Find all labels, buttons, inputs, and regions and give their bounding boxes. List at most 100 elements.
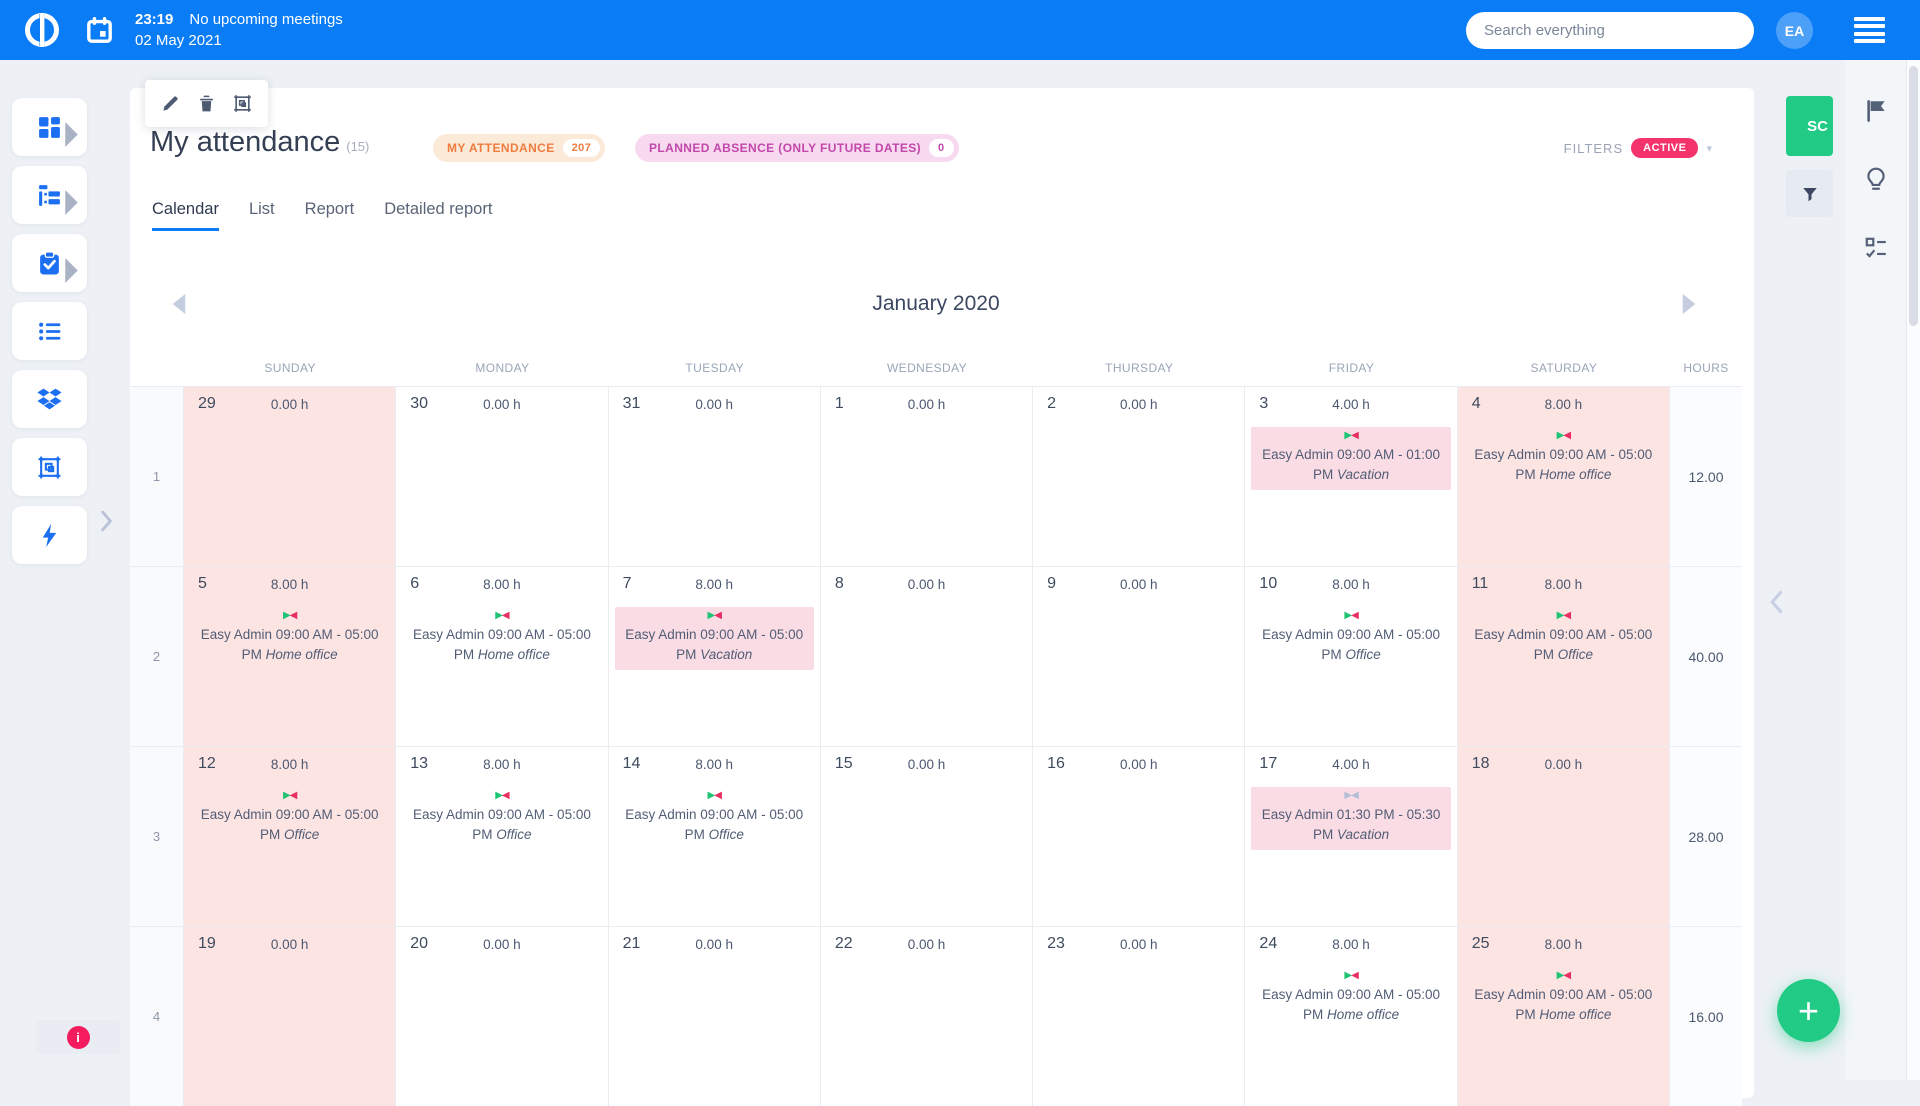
lightbulb-icon[interactable] <box>1863 166 1889 192</box>
day-cell-top: 108.00 h <box>1245 574 1456 598</box>
day-hours-label: 0.00 h <box>821 757 1032 772</box>
day-hours-label: 8.00 h <box>609 577 820 592</box>
sidebar-item-quick-actions[interactable] <box>12 506 87 564</box>
calendar-day-cell[interactable]: 258.00 h▶◀Easy Admin 09:00 AM - 05:00 PM… <box>1458 926 1670 1106</box>
calendar-day-cell[interactable]: 20.00 h <box>1033 386 1245 566</box>
calendar-day-cell[interactable]: 10.00 h <box>821 386 1033 566</box>
calendar-day-cell[interactable]: 174.00 h ▶◀Easy Admin 01:30 PM - 05:30 PM… <box>1245 746 1457 926</box>
calendar-day-cell[interactable]: 310.00 h <box>609 386 821 566</box>
attendance-event[interactable]: ▶◀Easy Admin 09:00 AM - 05:00 PM Home of… <box>1251 967 1450 1030</box>
day-cell-top: 58.00 h <box>184 574 395 598</box>
tab-report[interactable]: Report <box>305 200 355 231</box>
day-header: SUNDAY <box>184 361 396 375</box>
calendar-day-cell[interactable]: 90.00 h <box>1033 566 1245 746</box>
calendar-day-cell[interactable]: 118.00 h▶◀Easy Admin 09:00 AM - 05:00 PM… <box>1458 566 1670 746</box>
page-scrollbar[interactable] <box>1906 60 1920 1080</box>
calendar-day-cell[interactable]: 148.00 h▶◀Easy Admin 09:00 AM - 05:00 PM… <box>609 746 821 926</box>
attendance-event[interactable]: ▶◀Easy Admin 09:00 AM - 05:00 PM Office <box>1251 607 1450 670</box>
day-hours-label: 0.00 h <box>821 397 1032 412</box>
day-cell-top: 174.00 h <box>1245 754 1456 778</box>
sidebar-item-boards[interactable] <box>12 438 87 496</box>
calendar-day-cell[interactable]: 128.00 h ▶◀Easy Admin 09:00 AM - 05:00 PM… <box>184 746 396 926</box>
calendar-day-cell[interactable]: 150.00 h <box>821 746 1033 926</box>
sidebar-item-dropbox[interactable] <box>12 370 87 428</box>
chevron-down-icon[interactable]: ▾ <box>1706 142 1712 155</box>
attendance-event[interactable]: ▶◀Easy Admin 09:00 AM - 05:00 PM Vacatio… <box>615 607 814 670</box>
attendance-event[interactable]: ▶◀Easy Admin 09:00 AM - 05:00 PM Home of… <box>1464 427 1663 490</box>
calendar-day-cell[interactable]: 210.00 h <box>609 926 821 1106</box>
week-hours-total: 12.00 <box>1670 386 1742 566</box>
attendance-event[interactable]: ▶◀Easy Admin 09:00 AM - 05:00 PM Office <box>190 787 389 850</box>
tab-list[interactable]: List <box>249 200 275 231</box>
calendar-day-cell[interactable]: 58.00 h ▶◀Easy Admin 09:00 AM - 05:00 PM … <box>184 566 396 746</box>
calendar-day-cell[interactable]: 230.00 h <box>1033 926 1245 1106</box>
tab-detailed-report[interactable]: Detailed report <box>384 200 492 231</box>
avatar[interactable]: EA <box>1776 12 1813 49</box>
calendar-day-cell[interactable]: 138.00 h▶◀Easy Admin 09:00 AM - 05:00 PM… <box>396 746 608 926</box>
attendance-event[interactable]: ▶◀Easy Admin 09:00 AM - 05:00 PM Home of… <box>402 607 601 670</box>
calendar-weeks: 1290.00 h300.00 h310.00 h10.00 h20.00 h3… <box>130 386 1742 1106</box>
hamburger-menu-icon[interactable] <box>1854 17 1885 43</box>
search-input[interactable] <box>1466 12 1754 49</box>
day-cell-top: 10.00 h <box>821 394 1032 418</box>
calendar-day-cell[interactable]: 190.00 h <box>184 926 396 1106</box>
calendar-day-cell[interactable]: 248.00 h▶◀Easy Admin 09:00 AM - 05:00 PM… <box>1245 926 1457 1106</box>
calendar-day-cell[interactable]: 48.00 h▶◀Easy Admin 09:00 AM - 05:00 PM … <box>1458 386 1670 566</box>
right-rail <box>1845 60 1906 1080</box>
sidebar-item-list[interactable] <box>12 302 87 360</box>
day-hours-label: 0.00 h <box>1033 397 1244 412</box>
event-text: Easy Admin 09:00 AM - 05:00 PM Home offi… <box>406 625 597 664</box>
calendar-day-cell[interactable]: 78.00 h▶◀Easy Admin 09:00 AM - 05:00 PM … <box>609 566 821 746</box>
calendar-day-cell[interactable]: 220.00 h <box>821 926 1033 1106</box>
add-attendance-fab[interactable]: + <box>1777 979 1840 1042</box>
attendance-event[interactable]: ▶◀Easy Admin 09:00 AM - 05:00 PM Home of… <box>190 607 389 670</box>
calendar-day-cell[interactable]: 68.00 h▶◀Easy Admin 09:00 AM - 05:00 PM … <box>396 566 608 746</box>
calendar-day-cell[interactable]: 160.00 h <box>1033 746 1245 926</box>
scrollbar-thumb[interactable] <box>1909 66 1918 326</box>
badge-count: 207 <box>563 139 601 157</box>
flag-icon[interactable] <box>1863 98 1889 124</box>
badge-my-attendance[interactable]: MY ATTENDANCE 207 <box>433 134 605 162</box>
month-title: January 2020 <box>130 292 1742 316</box>
day-hours-label: 8.00 h <box>609 757 820 772</box>
calendar-day-cell[interactable]: 80.00 h <box>821 566 1033 746</box>
view-tabs: Calendar List Report Detailed report <box>152 200 492 231</box>
day-cell-top: 128.00 h <box>184 754 395 778</box>
calendar-day-cell[interactable]: 34.00 h▶◀Easy Admin 09:00 AM - 01:00 PM … <box>1245 386 1457 566</box>
day-hours-label: 8.00 h <box>396 577 607 592</box>
attendance-event[interactable]: ▶◀Easy Admin 09:00 AM - 05:00 PM Office <box>615 787 814 850</box>
sidebar-item-dashboard[interactable] <box>12 98 87 156</box>
day-header: THURSDAY <box>1033 361 1245 375</box>
edit-pencil-icon[interactable] <box>161 94 180 113</box>
info-icon[interactable]: i <box>67 1026 90 1049</box>
filters-active-badge[interactable]: ACTIVE <box>1631 138 1698 158</box>
page-title-count: (15) <box>346 139 369 154</box>
sidebar-item-tasks[interactable] <box>12 234 87 292</box>
calendar-day-cell[interactable]: 300.00 h <box>396 386 608 566</box>
calendar-icon[interactable] <box>86 17 113 44</box>
collapse-panel-chevron-icon[interactable] <box>1768 590 1786 614</box>
calendar-day-cell[interactable]: 290.00 h <box>184 386 396 566</box>
attendance-event[interactable]: ▶◀Easy Admin 09:00 AM - 01:00 PM Vacatio… <box>1251 427 1450 490</box>
next-month-arrow-icon[interactable] <box>1682 294 1696 314</box>
tab-calendar[interactable]: Calendar <box>152 200 219 231</box>
calendar-day-cell[interactable]: 180.00 h <box>1458 746 1670 926</box>
week-number: 2 <box>130 566 184 746</box>
sidebar-expand-chevron-icon[interactable] <box>98 510 114 532</box>
delete-trash-icon[interactable] <box>197 94 216 113</box>
attendance-event[interactable]: ▶◀Easy Admin 09:00 AM - 05:00 PM Office <box>402 787 601 850</box>
day-cell-top: 20.00 h <box>1033 394 1244 418</box>
sidebar-item-project-tree[interactable] <box>12 166 87 224</box>
chevron-right-icon <box>59 258 84 283</box>
badge-planned-absence[interactable]: PLANNED ABSENCE (ONLY FUTURE DATES) 0 <box>635 134 959 162</box>
attendance-event[interactable]: ▶◀Easy Admin 01:30 PM - 05:30 PM Vacatio… <box>1251 787 1450 850</box>
attendance-event[interactable]: ▶◀Easy Admin 09:00 AM - 05:00 PM Office <box>1464 607 1663 670</box>
frame-icon[interactable] <box>233 94 252 113</box>
easy-logo[interactable] <box>24 12 60 48</box>
sc-quick-button[interactable]: SC <box>1786 96 1833 156</box>
calendar-day-cell[interactable]: 200.00 h <box>396 926 608 1106</box>
attendance-event[interactable]: ▶◀Easy Admin 09:00 AM - 05:00 PM Home of… <box>1464 967 1663 1030</box>
checklist-icon[interactable] <box>1863 235 1889 261</box>
filter-funnel-button[interactable] <box>1786 170 1833 217</box>
calendar-day-cell[interactable]: 108.00 h ▶◀Easy Admin 09:00 AM - 05:00 PM… <box>1245 566 1457 746</box>
